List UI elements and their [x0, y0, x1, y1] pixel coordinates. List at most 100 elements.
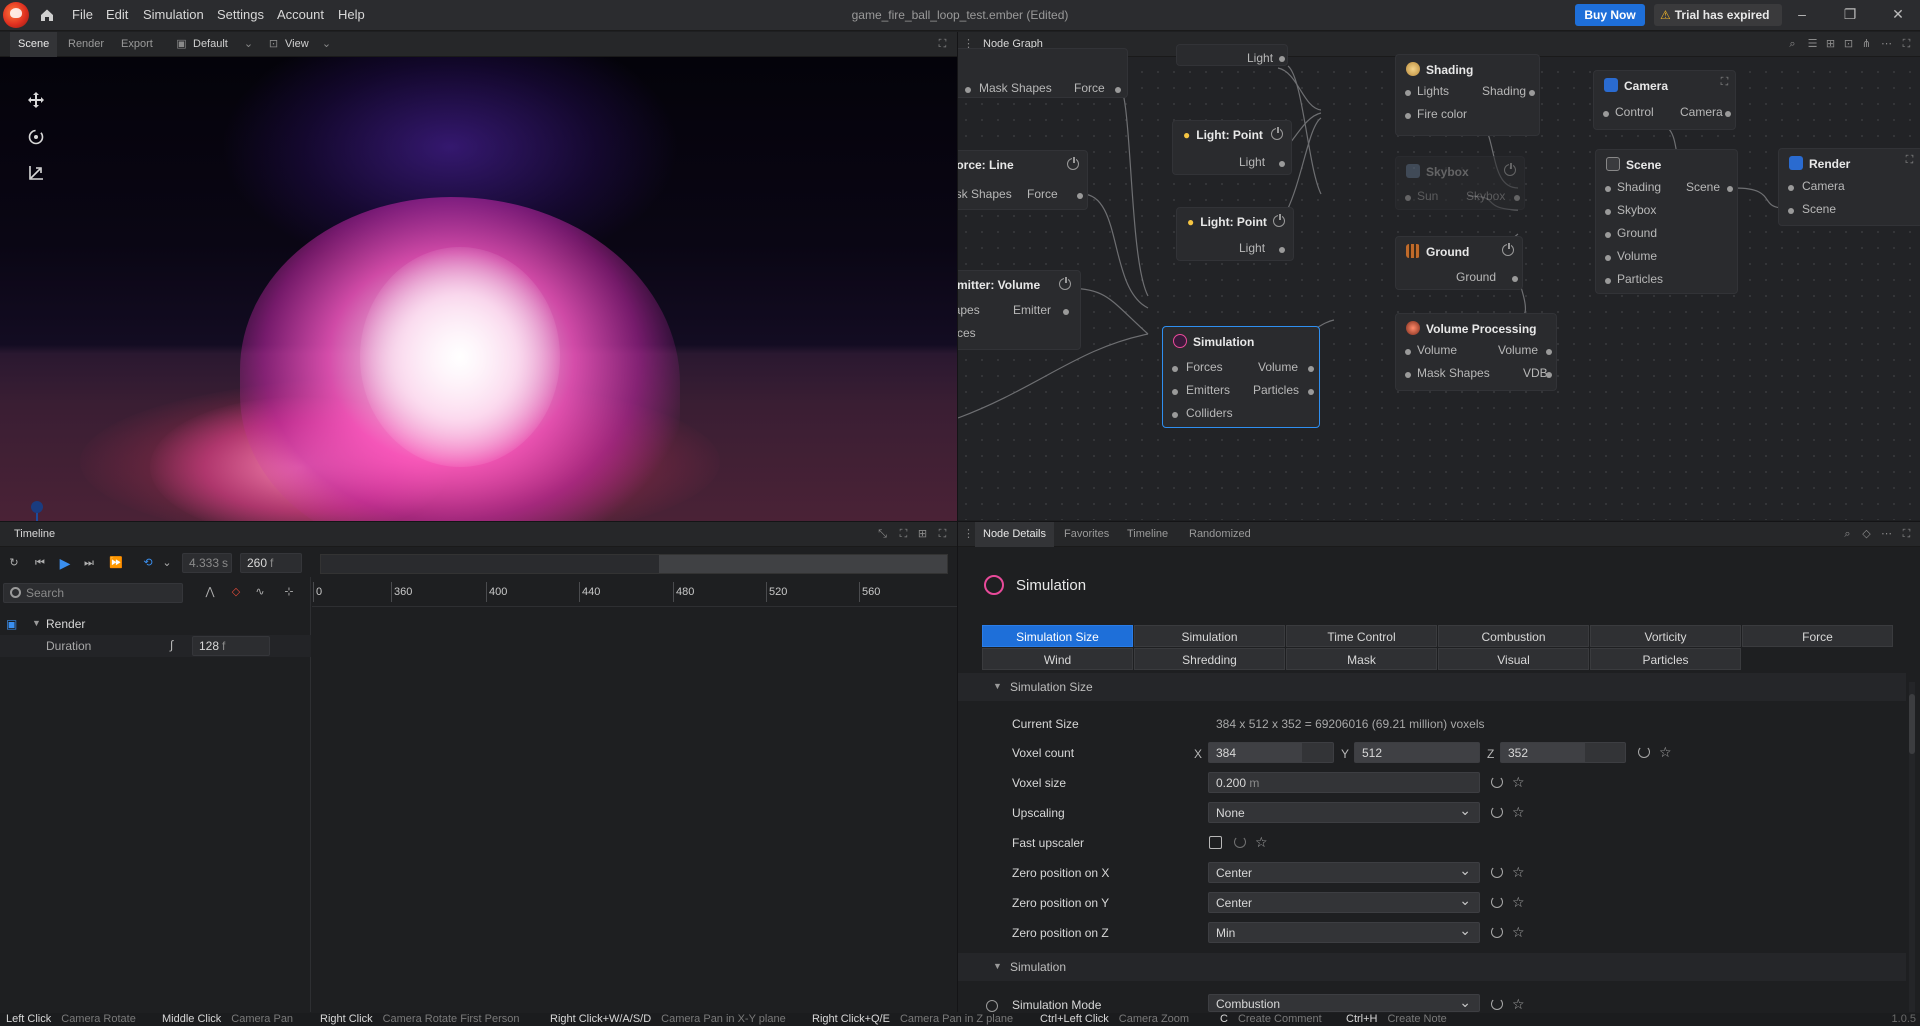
expand-icon[interactable]: ▼: [32, 618, 41, 628]
play-icon[interactable]: ▶: [58, 556, 72, 570]
output-port[interactable]: [1512, 276, 1518, 282]
reset-icon[interactable]: [1638, 746, 1650, 758]
minimize-button[interactable]: –: [1792, 6, 1812, 24]
reset-icon[interactable]: [1491, 776, 1503, 788]
keyframe-icon[interactable]: ◇: [1860, 528, 1873, 541]
input-port[interactable]: [1172, 389, 1178, 395]
step-back-icon[interactable]: ⏮: [33, 556, 47, 570]
tab-randomized[interactable]: Randomized: [1189, 522, 1251, 547]
power-icon[interactable]: [1059, 276, 1071, 290]
node-render[interactable]: Render ⛶ Camera Scene: [1778, 148, 1920, 226]
input-port[interactable]: [1405, 90, 1411, 96]
frame-all-icon[interactable]: ⊞: [1824, 38, 1837, 51]
output-port[interactable]: [1529, 90, 1535, 96]
input-port[interactable]: [965, 87, 971, 93]
add-key-icon[interactable]: ⊹: [282, 585, 296, 599]
category-mask[interactable]: Mask: [1286, 648, 1437, 670]
menu-account[interactable]: Account: [277, 7, 324, 22]
input-port[interactable]: [1788, 185, 1794, 191]
output-port[interactable]: [1279, 247, 1285, 253]
output-port[interactable]: [1308, 366, 1314, 372]
node-light-point-2[interactable]: ● Light: Point Light: [1176, 207, 1294, 261]
step-forward-icon[interactable]: ⏭: [82, 556, 96, 570]
input-port[interactable]: [1605, 278, 1611, 284]
tab-favorites[interactable]: Favorites: [1064, 522, 1109, 547]
tree-row-render[interactable]: ▣ ▼ Render: [0, 613, 311, 635]
menu-file[interactable]: File: [72, 7, 93, 22]
node-force-top[interactable]: Mask Shapes Force: [958, 48, 1128, 98]
category-particles[interactable]: Particles: [1590, 648, 1741, 670]
zero-x-select[interactable]: Center: [1208, 862, 1480, 883]
input-port[interactable]: [1603, 111, 1609, 117]
node-camera[interactable]: Camera ⛶ Control Camera: [1593, 70, 1736, 130]
loop-reset-icon[interactable]: ↻: [7, 556, 21, 570]
input-port[interactable]: [1405, 195, 1411, 201]
output-port[interactable]: [1115, 87, 1121, 93]
scrollbar-thumb[interactable]: [1909, 694, 1915, 754]
keyframe-toggle-icon[interactable]: [986, 1000, 998, 1012]
category-simulation[interactable]: Simulation: [1134, 625, 1285, 647]
axis-gizmo[interactable]: [12, 497, 72, 521]
link-keys-icon[interactable]: ∿: [253, 585, 267, 599]
timeline-search-input[interactable]: Search: [3, 583, 183, 603]
input-port[interactable]: [1405, 372, 1411, 378]
power-icon[interactable]: [1067, 156, 1079, 170]
sim-mode-select[interactable]: Combustion: [1208, 994, 1480, 1012]
output-port[interactable]: [1279, 161, 1285, 167]
input-port[interactable]: [1605, 209, 1611, 215]
voxel-count-x-field[interactable]: 384: [1208, 742, 1334, 763]
layout-dropdown[interactable]: Default: [193, 32, 228, 57]
trial-expired-badge[interactable]: ⚠ Trial has expired: [1654, 4, 1782, 26]
category-visual[interactable]: Visual: [1438, 648, 1589, 670]
star-icon[interactable]: ☆: [1512, 895, 1525, 909]
section-simulation[interactable]: Simulation: [958, 953, 1906, 981]
power-icon[interactable]: [1271, 126, 1283, 140]
node-canvas[interactable]: Mask Shapes Force Light Shading Lights S…: [958, 44, 1920, 520]
node-shading[interactable]: Shading Lights Shading Fire color: [1395, 54, 1540, 136]
star-icon[interactable]: ☆: [1255, 835, 1268, 849]
star-icon[interactable]: ☆: [1512, 865, 1525, 879]
menu-simulation[interactable]: Simulation: [143, 7, 204, 22]
category-wind[interactable]: Wind: [982, 648, 1133, 670]
voxel-count-y-field[interactable]: 512: [1354, 742, 1480, 763]
menu-edit[interactable]: Edit: [106, 7, 128, 22]
maximize-icon[interactable]: ⛶: [1718, 76, 1731, 89]
star-icon[interactable]: ☆: [1659, 745, 1672, 759]
category-vorticity[interactable]: Vorticity: [1590, 625, 1741, 647]
input-port[interactable]: [1605, 255, 1611, 261]
power-icon[interactable]: [1504, 162, 1516, 176]
node-light-point-1[interactable]: ● Light: Point Light: [1172, 120, 1292, 175]
node-simulation[interactable]: Simulation Forces Volume Emitters Partic…: [1162, 326, 1320, 428]
timeline-ruler[interactable]: 0 360 400 440 480 520 560: [312, 577, 957, 607]
voxel-size-field[interactable]: 0.200 m: [1208, 772, 1480, 793]
keyframe-icon[interactable]: ◇: [229, 585, 243, 599]
search-icon[interactable]: ⌕: [1786, 38, 1799, 51]
reset-icon[interactable]: [1234, 836, 1246, 848]
fast-upscaler-checkbox[interactable]: [1209, 836, 1222, 849]
zero-y-select[interactable]: Center: [1208, 892, 1480, 913]
3d-viewport[interactable]: [0, 57, 957, 521]
category-time-control[interactable]: Time Control: [1286, 625, 1437, 647]
voxel-count-z-field[interactable]: 352: [1500, 742, 1626, 763]
output-port[interactable]: [1514, 195, 1520, 201]
reset-icon[interactable]: [1491, 896, 1503, 908]
chevron-down-icon[interactable]: ⌄: [242, 38, 255, 51]
output-port[interactable]: [1546, 349, 1552, 355]
tree-row-duration[interactable]: Duration ∫ 128 f: [0, 635, 311, 657]
category-simulation-size[interactable]: Simulation Size: [982, 625, 1133, 647]
reset-icon[interactable]: [1491, 998, 1503, 1010]
more-icon[interactable]: ⋯: [1880, 528, 1893, 541]
output-port[interactable]: [1546, 372, 1552, 378]
maximize-icon[interactable]: ⛶: [1903, 154, 1916, 167]
reset-icon[interactable]: [1491, 926, 1503, 938]
output-port[interactable]: [1725, 111, 1731, 117]
star-icon[interactable]: ☆: [1512, 805, 1525, 819]
output-port[interactable]: [1727, 186, 1733, 192]
node-volume-processing[interactable]: Volume Processing Volume Volume Mask Sha…: [1395, 313, 1557, 391]
zoom-fit-icon[interactable]: ⛶: [897, 528, 910, 541]
input-port[interactable]: [1605, 186, 1611, 192]
chevron-down-icon[interactable]: ⌄: [160, 556, 174, 570]
input-port[interactable]: [1405, 349, 1411, 355]
list-icon[interactable]: ☰: [1806, 38, 1819, 51]
menu-settings[interactable]: Settings: [217, 7, 264, 22]
